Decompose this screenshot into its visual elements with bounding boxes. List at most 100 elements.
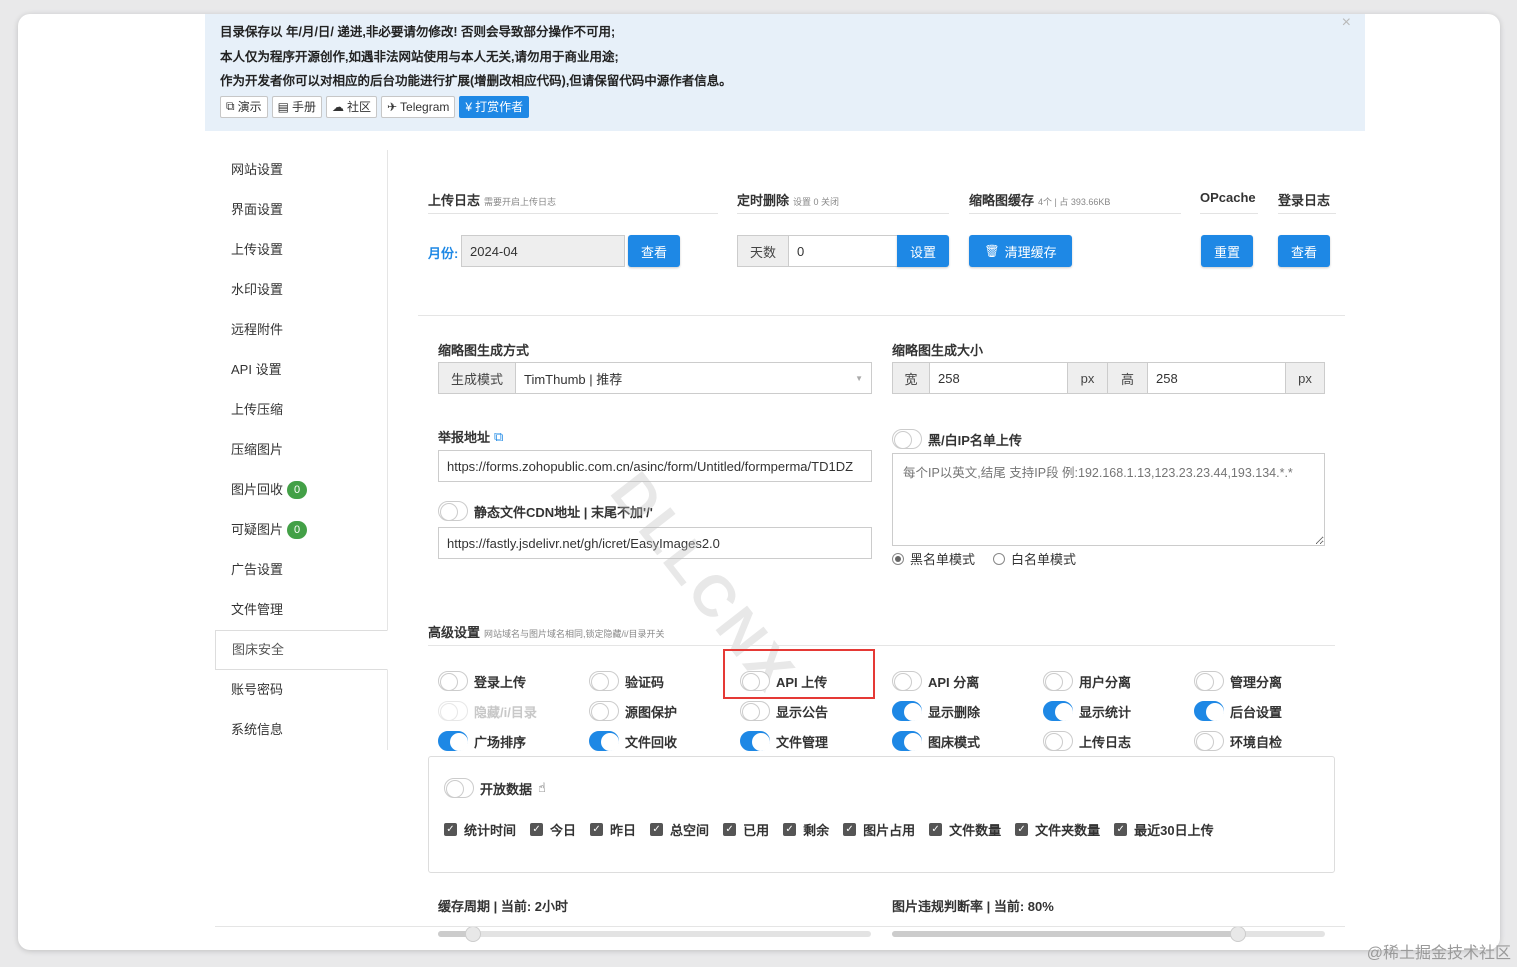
advanced-toggle-switch[interactable] xyxy=(1194,731,1224,751)
advanced-toggle-switch[interactable] xyxy=(1043,701,1073,721)
advanced-toggle-switch[interactable] xyxy=(438,671,468,691)
sidebar-item-recycle[interactable]: 图片回收 0 xyxy=(215,470,387,510)
set-days-button[interactable]: 设置 xyxy=(897,235,949,267)
white-mode-radio[interactable] xyxy=(993,552,1006,565)
ip-list-textarea[interactable] xyxy=(892,453,1325,546)
open-data-checkbox[interactable]: ✓ 统计时间 xyxy=(444,820,516,839)
advanced-toggle-switch[interactable] xyxy=(1043,671,1073,691)
advanced-toggle-switch[interactable] xyxy=(1043,731,1073,751)
sidebar-item-api[interactable]: API 设置 xyxy=(215,350,387,390)
advanced-toggle-switch[interactable] xyxy=(438,731,468,751)
sidebar-item-interface[interactable]: 界面设置 xyxy=(215,190,387,230)
demo-button[interactable]: ⧉ 演示 xyxy=(220,95,268,118)
open-data-checkbox[interactable]: ✓ 总空间 xyxy=(650,820,709,839)
sidebar-item-label: 界面设置 xyxy=(231,202,284,217)
open-data-checkbox[interactable]: ✓ 文件数量 xyxy=(929,820,1001,839)
clear-cache-label: 清理缓存 xyxy=(1004,244,1057,260)
black-mode-radio[interactable] xyxy=(892,552,904,565)
section-title: 上传日志 xyxy=(428,193,481,208)
advanced-toggle-switch xyxy=(438,701,468,721)
donate-button[interactable]: ¥ 打赏作者 xyxy=(459,95,530,118)
sidebar-item-upload[interactable]: 上传设置 xyxy=(215,230,387,270)
advanced-toggle-row: 登录上传 xyxy=(438,671,526,691)
height-input[interactable]: 258 xyxy=(1147,362,1286,394)
advanced-toggle-switch[interactable] xyxy=(589,731,619,751)
open-data-checks: ✓ 统计时间 ✓ 今日 ✓ 昨日 ✓ 总空间 ✓ 已用 ✓ 剩余 ✓ 图片占用 ✓ 文件数量 ✓ 文件夹数量 ✓ 最近… xyxy=(444,820,1228,839)
community-button[interactable]: ☁ 社区 xyxy=(325,95,377,118)
advanced-toggle-switch[interactable] xyxy=(589,671,619,691)
divider xyxy=(418,315,1345,316)
ip-list-toggle[interactable] xyxy=(892,429,922,449)
view-upload-log-button[interactable]: 查看 xyxy=(628,235,680,267)
cache-period-slider[interactable] xyxy=(438,926,871,942)
advanced-toggle-switch[interactable] xyxy=(892,731,922,751)
advanced-toggle-switch[interactable] xyxy=(892,701,922,721)
advanced-title: 高级设置 网站域名与图片域名相同,锁定隐藏/i/目录开关 xyxy=(428,622,665,641)
sidebar-item-label: 账号密码 xyxy=(231,682,284,697)
count-badge: 0 xyxy=(287,521,308,539)
sidebar-item-label: 文件管理 xyxy=(231,602,284,617)
open-data-checkbox[interactable]: ✓ 图片占用 xyxy=(843,820,915,839)
white-mode-label: 白名单模式 xyxy=(1011,552,1077,567)
advanced-toggle-label: 用户分离 xyxy=(1079,674,1132,690)
advanced-toggle-switch[interactable] xyxy=(740,731,770,751)
report-title: 举报地址 ⧉ xyxy=(438,427,503,446)
slider-handle[interactable] xyxy=(464,926,481,942)
clear-cache-button[interactable]: 🗑 清理缓存 xyxy=(969,235,1072,267)
telegram-button[interactable]: ✈ Telegram xyxy=(380,95,456,118)
demo-label: 演示 xyxy=(237,100,262,114)
sidebar-item-watermark[interactable]: 水印设置 xyxy=(215,270,387,310)
open-data-checkbox[interactable]: ✓ 今日 xyxy=(530,820,576,839)
advanced-toggle-row: 用户分离 xyxy=(1043,671,1131,691)
checkbox-check-icon: ✓ xyxy=(783,823,797,836)
sidebar-item-website[interactable]: 网站设置 xyxy=(215,150,387,190)
advanced-toggle-switch[interactable] xyxy=(1194,701,1224,721)
manual-button[interactable]: ▤ 手册 xyxy=(271,95,322,118)
sidebar-item-ads[interactable]: 广告设置 xyxy=(215,550,387,590)
section-hint: 设置 0 关闭 xyxy=(793,197,840,207)
sidebar-item-account[interactable]: 账号密码 xyxy=(215,670,387,710)
advanced-toggle-switch[interactable] xyxy=(740,701,770,721)
community-label: 社区 xyxy=(346,100,371,114)
reset-opcache-button[interactable]: 重置 xyxy=(1201,235,1253,267)
checkbox-check-icon: ✓ xyxy=(650,823,664,836)
section-title: 高级设置 xyxy=(428,625,481,640)
sidebar-item-compress-images[interactable]: 压缩图片 xyxy=(215,430,387,470)
sidebar-item-security[interactable]: 图床安全 xyxy=(215,630,388,670)
section-hint: 4个 | 占 393.66KB xyxy=(1038,197,1111,207)
days-input[interactable]: 0 xyxy=(788,235,898,267)
open-data-checkbox-label: 剩余 xyxy=(803,823,830,838)
open-data-checkbox-label: 总空间 xyxy=(670,823,710,838)
advanced-toggle-row: 文件管理 xyxy=(740,731,828,751)
close-icon[interactable]: × xyxy=(1342,14,1351,32)
open-data-checkbox[interactable]: ✓ 文件夹数量 xyxy=(1015,820,1100,839)
checkbox-check-icon: ✓ xyxy=(723,823,737,836)
open-data-checkbox[interactable]: ✓ 昨日 xyxy=(590,820,636,839)
thumb-cache-title: 缩略图缓存 4个 | 占 393.66KB xyxy=(969,190,1181,214)
open-data-checkbox[interactable]: ✓ 剩余 xyxy=(783,820,829,839)
sidebar-item-remote[interactable]: 远程附件 xyxy=(215,310,387,350)
open-data-checkbox[interactable]: ✓ 最近30日上传 xyxy=(1114,820,1214,839)
month-input[interactable]: 2024-04 xyxy=(461,235,625,267)
sidebar-item-suspicious[interactable]: 可疑图片 0 xyxy=(215,510,387,550)
sidebar-item-sysinfo[interactable]: 系统信息 xyxy=(215,710,387,750)
highlight-box xyxy=(723,649,875,699)
open-data-label: 开放数据 xyxy=(480,781,533,797)
open-data-toggle[interactable] xyxy=(444,778,474,798)
thumb-mode-select[interactable]: TimThumb | 推荐 ▼ xyxy=(515,362,872,394)
view-login-log-button[interactable]: 查看 xyxy=(1278,235,1330,267)
sidebar-item-files[interactable]: 文件管理 xyxy=(215,590,387,630)
checkbox-check-icon: ✓ xyxy=(590,823,604,836)
advanced-toggle-switch[interactable] xyxy=(892,671,922,691)
open-data-panel: 开放数据 ☝ ✓ 统计时间 ✓ 今日 ✓ 昨日 ✓ 总空间 ✓ 已用 ✓ 剩余 ✓ 图片占用 ✓ 文件数量 ✓ 文件… xyxy=(428,756,1335,873)
open-data-checkbox[interactable]: ✓ 已用 xyxy=(723,820,769,839)
advanced-toggle-switch[interactable] xyxy=(1194,671,1224,691)
violation-rate-slider[interactable] xyxy=(892,926,1325,942)
cdn-toggle[interactable] xyxy=(438,501,468,521)
advanced-toggle-row: 图床模式 xyxy=(892,731,980,751)
hand-pointer-icon: ☝ xyxy=(538,780,546,795)
sidebar-item-upload-compress[interactable]: 上传压缩 xyxy=(215,390,387,430)
external-link-icon[interactable]: ⧉ xyxy=(494,429,503,445)
advanced-toggle-switch[interactable] xyxy=(589,701,619,721)
width-input[interactable]: 258 xyxy=(929,362,1068,394)
